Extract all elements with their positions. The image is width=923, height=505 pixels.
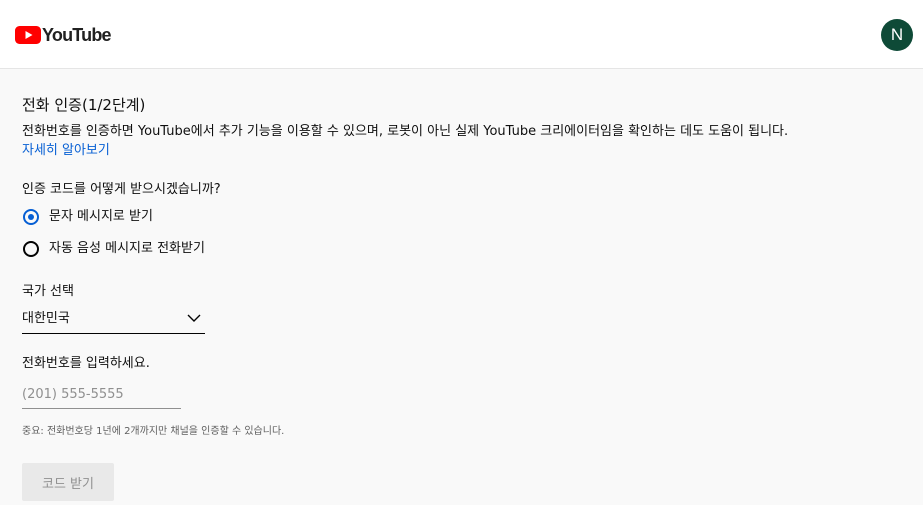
delivery-method-question: 인증 코드를 어떻게 받으시겠습니까? [22,182,221,197]
logo-text: YouTube [42,25,112,45]
country-value: 대한민국 [22,311,70,326]
chevron-down-icon [187,314,201,322]
option-voice-call-label: 자동 음성 메시지로 전화받기 [49,241,205,256]
youtube-logo[interactable]: YouTube [15,25,112,45]
country-label: 국가 선택 [22,284,74,299]
get-code-button[interactable]: 코드 받기 [22,463,114,501]
important-note: 중요: 전화번호당 1년에 2개까지만 채널을 인증할 수 있습니다. [22,426,285,437]
avatar[interactable]: N [881,19,913,51]
phone-label: 전화번호를 입력하세요. [22,356,150,371]
radio-sms[interactable] [23,209,39,225]
option-voice-call[interactable]: 자동 음성 메시지로 전화받기 [22,239,205,259]
youtube-play-icon [15,26,41,44]
learn-more-link[interactable]: 자세히 알아보기 [22,142,110,160]
radio-voice-call[interactable] [23,241,39,257]
page-title: 전화 인증(1/2단계) [22,96,146,114]
option-sms-label: 문자 메시지로 받기 [49,209,153,224]
phone-input[interactable] [22,381,181,409]
top-header: YouTube N [0,0,923,69]
option-sms[interactable]: 문자 메시지로 받기 [22,207,153,227]
description-text: 전화번호를 인증하면 YouTube에서 추가 기능을 이용할 수 있으며, 로… [22,124,789,139]
country-select[interactable]: 대한민국 [22,305,205,334]
